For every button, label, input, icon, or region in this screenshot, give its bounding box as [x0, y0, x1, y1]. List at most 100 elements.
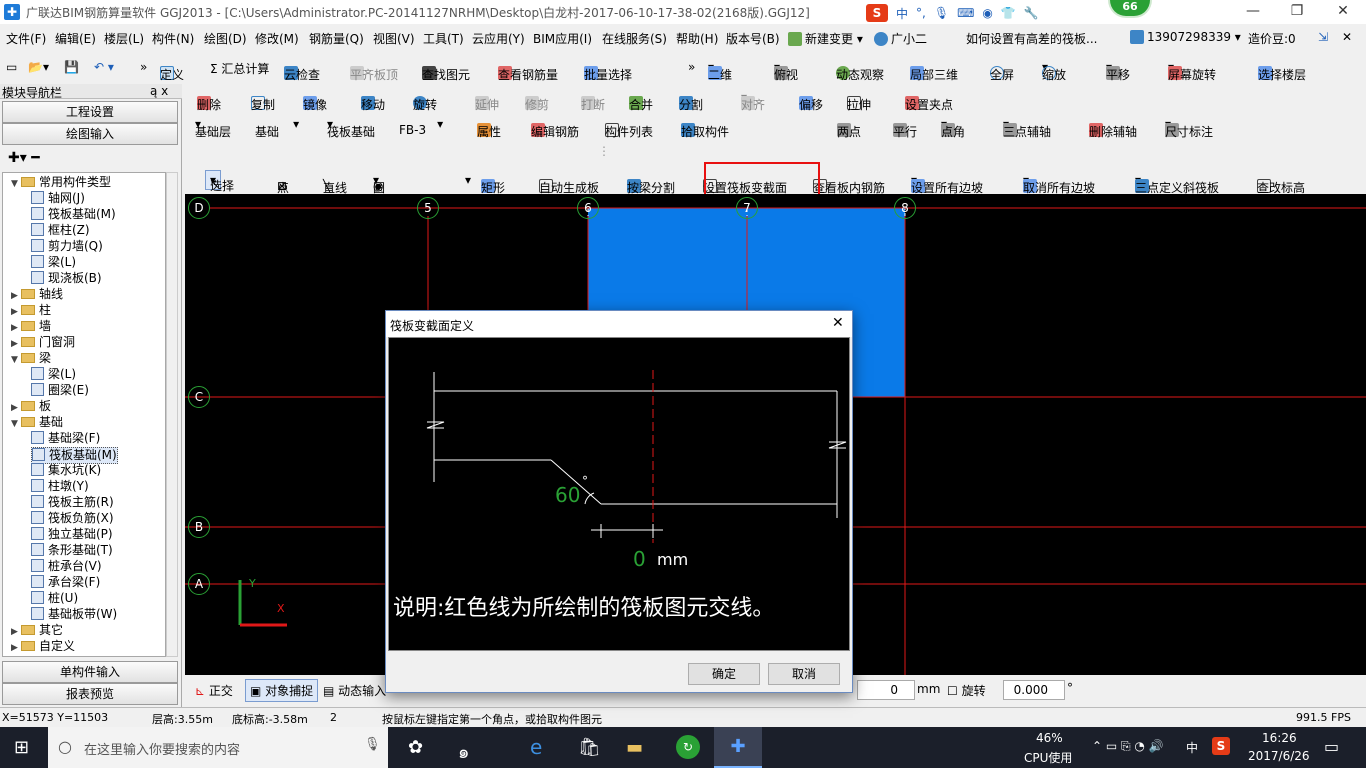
tree-item[interactable]: 条形基础(T) [31, 543, 113, 558]
dimension-dropdown[interactable]: 尺寸标注 ▾ [1165, 117, 1213, 139]
ime-chinese-mode[interactable]: 中 [896, 5, 908, 22]
rotate-checkbox[interactable]: ☐ 旋转 [947, 682, 986, 699]
align-dropdown[interactable]: 对齐 ▾ [741, 90, 765, 112]
menu-modify[interactable]: 修改(M) [255, 30, 299, 47]
zoom-dropdown[interactable]: 缩放 ▾ [1042, 60, 1066, 82]
tree-item[interactable]: 基础板带(W) [31, 607, 117, 622]
tree-item[interactable]: 筏板基础(M) [31, 447, 118, 464]
nav-pin-icon[interactable]: ą x [150, 84, 168, 98]
cancel-all-slopes-dropdown[interactable]: 取消所有边坡 ▾ [1023, 173, 1095, 195]
menu-edit[interactable]: 编辑(E) [55, 30, 96, 47]
browser-app-icon[interactable]: ๑ [458, 737, 469, 766]
tree-item[interactable]: 桩(U) [31, 591, 78, 606]
tree-item[interactable]: 现浇板(B) [31, 271, 102, 286]
expand-icon[interactable]: ▶ [11, 625, 21, 640]
menu-cloud[interactable]: 云应用(Y) [472, 30, 525, 47]
ime-toolbar[interactable]: S 中 °, 🎙 ⌨ ◉ 👕 🔧 [866, 4, 1039, 22]
tree-item[interactable]: 圈梁(E) [31, 383, 89, 398]
tree-item[interactable]: 框柱(Z) [31, 223, 90, 238]
file-explorer-icon[interactable]: ▬ [626, 737, 643, 758]
screen-rotate-dropdown[interactable]: 屏幕旋转 ▾ [1168, 60, 1216, 82]
menu-online[interactable]: 在线服务(S) [602, 30, 667, 47]
minimize-button[interactable]: — [1230, 0, 1276, 24]
tree-item[interactable]: 筏板负筋(X) [31, 511, 114, 526]
close-button[interactable]: ✕ [1320, 0, 1366, 24]
tree-item[interactable]: 筏板主筋(R) [31, 495, 114, 510]
rotate-input[interactable]: 0.000 [1003, 680, 1065, 700]
sogou-tray-icon[interactable]: S [1212, 737, 1230, 755]
expand-icon[interactable]: ▶ [11, 337, 21, 352]
expand-all-icon[interactable]: ✚▾ ━ [8, 150, 40, 166]
draw-dropdown-arrow[interactable]: ▾ [465, 173, 471, 187]
save-icon[interactable]: 💾 [64, 60, 79, 74]
tree-item[interactable]: 基础梁(F) [31, 431, 100, 446]
expand-icon[interactable]: ▶ [11, 305, 21, 320]
keyboard-icon[interactable]: ⌨ [957, 6, 974, 20]
more-icon-2[interactable]: » [688, 60, 695, 74]
drawing-input-button[interactable]: 绘图输入 [2, 123, 178, 145]
expand-icon[interactable]: ▶ [11, 321, 21, 336]
tree-item[interactable]: ▶ 板 [11, 399, 51, 416]
three-point-slope-dropdown[interactable]: 三点定义斜筏板 ▾ [1135, 173, 1219, 195]
ime-punct-mode[interactable]: °, [916, 6, 926, 20]
assistant-button[interactable]: 广小二 [874, 30, 927, 47]
dynamic-input-toggle[interactable]: ▤ 动态输入 [323, 682, 386, 699]
undo-icon[interactable]: ↶ ▾ [94, 60, 114, 74]
ok-button[interactable]: 确定 [688, 663, 760, 685]
mic-icon[interactable]: 🎙 [934, 6, 949, 20]
ime-indicator[interactable]: 中 [1186, 739, 1198, 756]
glodon-app-icon[interactable]: ✚ [714, 727, 762, 768]
three-point-axis-dropdown[interactable]: 三点辅轴 ▾ [1003, 117, 1051, 139]
open-file-icon[interactable]: 📂▾ [28, 60, 49, 74]
new-file-icon[interactable]: ▭ [6, 60, 17, 74]
windows-start-icon[interactable]: ⊞ [14, 737, 29, 758]
view-2d-dropdown[interactable]: 二维 ▾ [708, 60, 732, 82]
category-select[interactable]: 基础 ▾ [255, 117, 299, 139]
expand-icon[interactable]: ▶ [11, 401, 21, 416]
restore-button[interactable]: ❐ [1274, 0, 1320, 24]
tree-item[interactable]: ▶ 自定义 [11, 639, 75, 656]
clock-date[interactable]: 2017/6/26 [1248, 749, 1310, 763]
menu-tools[interactable]: 工具(T) [423, 30, 464, 47]
clock-time[interactable]: 16:26 [1262, 731, 1297, 745]
notification-icon[interactable]: ▭ [1324, 737, 1339, 756]
tree-item[interactable]: ▶ 其它 [11, 623, 63, 640]
level-badge[interactable]: 66 [1108, 0, 1152, 18]
menu-rebar-qty[interactable]: 钢筋量(Q) [309, 30, 364, 47]
tree-item[interactable]: ▼ 梁 [11, 351, 51, 368]
dialog-close-button[interactable]: ✕ [832, 315, 844, 331]
menu-member[interactable]: 构件(N) [152, 30, 194, 47]
component-tree[interactable]: ▼ 常用构件类型 轴网(J) 筏板基础(M) 框柱(Z) 剪力墙(Q) 梁(L) 现浇板(B)… [2, 172, 166, 657]
close-doc-icon[interactable]: ✕ [1342, 30, 1352, 44]
tree-item[interactable]: 梁(L) [31, 367, 76, 382]
single-member-input-button[interactable]: 单构件输入 [2, 661, 178, 683]
expand-icon[interactable]: ⇲ [1318, 30, 1328, 44]
summary-calc-button[interactable]: Σ 汇总计算 [210, 60, 269, 77]
edge-icon[interactable]: e [530, 735, 542, 759]
type-select[interactable]: 筏板基础 ▾ [327, 117, 375, 139]
tree-scrollbar[interactable] [166, 172, 178, 657]
floor-select[interactable]: 基础层 ▾ [195, 117, 231, 139]
object-snap-toggle[interactable]: ▣ 对象捕捉 [245, 679, 319, 702]
tree-item[interactable]: 轴网(J) [31, 191, 85, 206]
offset-input[interactable]: 0 [857, 680, 915, 700]
tree-item[interactable]: 梁(L) [31, 255, 76, 270]
menu-view[interactable]: 视图(V) [373, 30, 415, 47]
tree-item[interactable]: ▶ 墙 [11, 319, 51, 336]
skin-icon[interactable]: ◉ [982, 6, 992, 20]
engineering-settings-button[interactable]: 工程设置 [2, 101, 178, 123]
tree-item[interactable]: ▶ 门窗洞 [11, 335, 75, 352]
tree-item[interactable]: ▶ 轴线 [11, 287, 63, 304]
cancel-button[interactable]: 取消 [768, 663, 840, 685]
new-change-button[interactable]: 新建变更 ▾ [788, 30, 863, 47]
tree-item[interactable]: 桩承台(V) [31, 559, 102, 574]
menu-floor[interactable]: 楼层(L) [104, 30, 144, 47]
circle-dropdown[interactable]: ◉ 圆 ▾ [373, 173, 385, 195]
collapse-icon[interactable]: ▼ [11, 177, 21, 192]
top-view-dropdown[interactable]: 俯视 ▾ [774, 60, 798, 82]
tray-icons[interactable]: ⌃ ▭ ⎘ ◔ 🔊 [1092, 739, 1164, 754]
sogou-icon[interactable]: S [866, 4, 888, 22]
tree-item[interactable]: 筏板基础(M) [31, 207, 116, 222]
point-angle-dropdown[interactable]: 点角 ▾ [941, 117, 965, 139]
tree-item[interactable]: ▶ 柱 [11, 303, 51, 320]
